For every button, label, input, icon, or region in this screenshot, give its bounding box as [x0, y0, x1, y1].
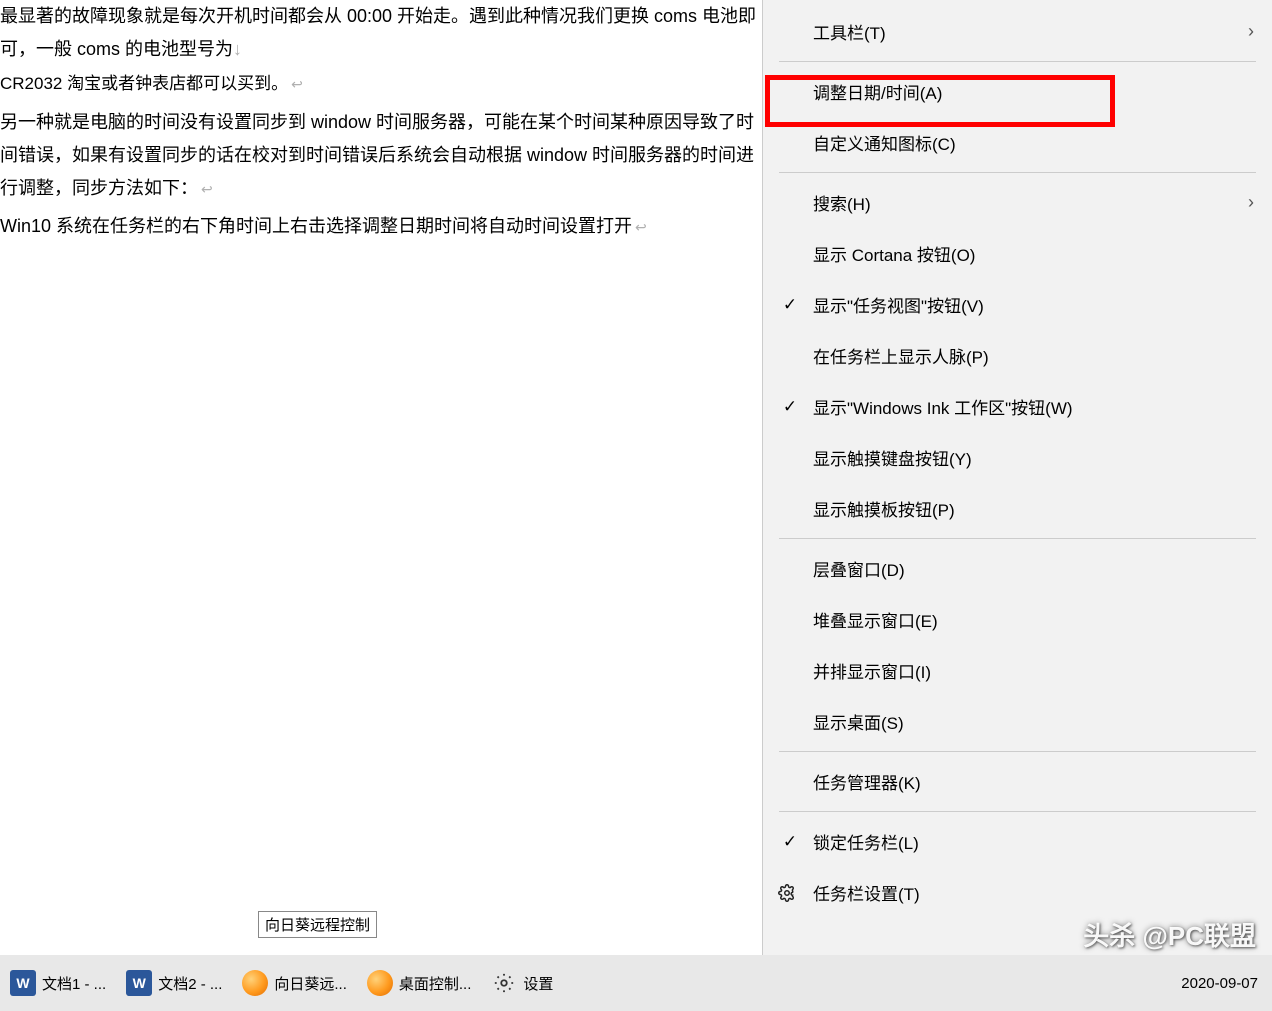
menu-customize-notifications[interactable]: 自定义通知图标(C): [763, 117, 1272, 168]
menu-label: 工具栏(T): [813, 19, 886, 44]
watermark-text: 头杀 @PC联盟: [1083, 921, 1256, 951]
taskbar-item-desktop-control[interactable]: 桌面控制...: [357, 955, 482, 1011]
pilcrow-mark: ↩: [291, 76, 303, 92]
menu-toolbars[interactable]: 工具栏(T) ›: [763, 6, 1272, 57]
gear-icon: [775, 884, 799, 902]
tooltip-text: 向日葵远程控制: [265, 917, 370, 934]
menu-label: 显示"Windows Ink 工作区"按钮(W): [813, 394, 1073, 419]
gear-icon: [491, 970, 517, 996]
taskbar-item-word-doc1[interactable]: W 文档1 - ...: [0, 955, 116, 1011]
menu-label: 调整日期/时间(A): [813, 79, 942, 104]
taskbar-label: 向日葵远...: [274, 973, 347, 994]
menu-show-cortana[interactable]: 显示 Cortana 按钮(O): [763, 228, 1272, 279]
taskbar-date: 2020-09-07: [1181, 975, 1258, 992]
check-icon: ✓: [778, 832, 802, 852]
menu-side-by-side-windows[interactable]: 并排显示窗口(I): [763, 645, 1272, 696]
doc-text: 最显著的故障现象就是每次开机时间都会从 00:00 开始走。遇到此种情况我们更换…: [0, 6, 756, 59]
doc-text: 另一种就是电脑的时间没有设置同步到 window 时间服务器，可能在某个时间某种…: [0, 112, 754, 199]
document-body: 最显著的故障现象就是每次开机时间都会从 00:00 开始走。遇到此种情况我们更换…: [0, 0, 760, 945]
menu-adjust-datetime[interactable]: 调整日期/时间(A): [763, 66, 1272, 117]
taskbar-label: 桌面控制...: [399, 973, 472, 994]
menu-show-touchpad[interactable]: 显示触摸板按钮(P): [763, 483, 1272, 534]
menu-separator: [779, 61, 1256, 62]
word-icon: W: [126, 970, 152, 996]
taskbar-label: 文档1 - ...: [42, 973, 106, 994]
check-icon: ✓: [778, 295, 802, 315]
paragraph-1: 最显著的故障现象就是每次开机时间都会从 00:00 开始走。遇到此种情况我们更换…: [0, 0, 760, 100]
word-icon: W: [10, 970, 36, 996]
menu-label: 显示触摸键盘按钮(Y): [813, 445, 972, 470]
taskbar-label: 文档2 - ...: [158, 973, 222, 994]
taskbar-tooltip: 向日葵远程控制: [258, 911, 377, 938]
menu-label: 任务栏设置(T): [813, 880, 920, 905]
menu-show-touch-keyboard[interactable]: 显示触摸键盘按钮(Y): [763, 432, 1272, 483]
line-break-mark: ↓: [233, 39, 242, 59]
menu-separator: [779, 538, 1256, 539]
sunflower-icon: [367, 970, 393, 996]
menu-task-manager[interactable]: 任务管理器(K): [763, 756, 1272, 807]
taskbar-item-settings[interactable]: 设置: [481, 955, 563, 1011]
menu-show-ink[interactable]: ✓ 显示"Windows Ink 工作区"按钮(W): [763, 381, 1272, 432]
menu-label: 显示触摸板按钮(P): [813, 496, 955, 521]
menu-separator: [779, 751, 1256, 752]
menu-search[interactable]: 搜索(H) ›: [763, 177, 1272, 228]
menu-cascade-windows[interactable]: 层叠窗口(D): [763, 543, 1272, 594]
chevron-right-icon: ›: [1248, 21, 1254, 42]
menu-separator: [779, 172, 1256, 173]
menu-stacked-windows[interactable]: 堆叠显示窗口(E): [763, 594, 1272, 645]
menu-label: 搜索(H): [813, 190, 871, 215]
menu-label: 层叠窗口(D): [813, 556, 905, 581]
watermark: 头杀 @PC联盟: [1083, 916, 1256, 953]
pilcrow-mark: ↩: [635, 219, 647, 235]
taskbar-item-word-doc2[interactable]: W 文档2 - ...: [116, 955, 232, 1011]
taskbar-context-menu: 工具栏(T) › 调整日期/时间(A) 自定义通知图标(C) 搜索(H) › 显…: [762, 0, 1272, 955]
check-icon: ✓: [778, 397, 802, 417]
menu-taskbar-settings[interactable]: 任务栏设置(T): [763, 867, 1272, 918]
taskbar: W 文档1 - ... W 文档2 - ... 向日葵远... 桌面控制... …: [0, 955, 1272, 1011]
menu-label: 锁定任务栏(L): [813, 829, 919, 854]
menu-separator: [779, 811, 1256, 812]
taskbar-label: 设置: [523, 973, 553, 994]
menu-label: 自定义通知图标(C): [813, 130, 956, 155]
menu-label: 显示 Cortana 按钮(O): [813, 241, 975, 266]
menu-label: 并排显示窗口(I): [813, 658, 931, 683]
menu-show-desktop[interactable]: 显示桌面(S): [763, 696, 1272, 747]
paragraph-2: 另一种就是电脑的时间没有设置同步到 window 时间服务器，可能在某个时间某种…: [0, 106, 760, 206]
paragraph-3: Win10 系统在任务栏的右下角时间上右击选择调整日期时间将自动时间设置打开↩: [0, 210, 760, 243]
pilcrow-mark: ↩: [201, 181, 213, 197]
sunflower-icon: [242, 970, 268, 996]
menu-label: 在任务栏上显示人脉(P): [813, 343, 989, 368]
menu-show-taskview[interactable]: ✓ 显示"任务视图"按钮(V): [763, 279, 1272, 330]
menu-label: 任务管理器(K): [813, 769, 921, 794]
doc-text: Win10 系统在任务栏的右下角时间上右击选择调整日期时间将自动时间设置打开: [0, 216, 632, 236]
doc-text: CR2032 淘宝或者钟表店都可以买到。: [0, 74, 288, 93]
menu-label: 堆叠显示窗口(E): [813, 607, 938, 632]
menu-show-people[interactable]: 在任务栏上显示人脉(P): [763, 330, 1272, 381]
taskbar-item-sunflower[interactable]: 向日葵远...: [232, 955, 357, 1011]
menu-label: 显示桌面(S): [813, 709, 904, 734]
menu-label: 显示"任务视图"按钮(V): [813, 292, 984, 317]
chevron-right-icon: ›: [1248, 192, 1254, 213]
menu-lock-taskbar[interactable]: ✓ 锁定任务栏(L): [763, 816, 1272, 867]
taskbar-clock[interactable]: 2020-09-07: [1167, 955, 1272, 1011]
